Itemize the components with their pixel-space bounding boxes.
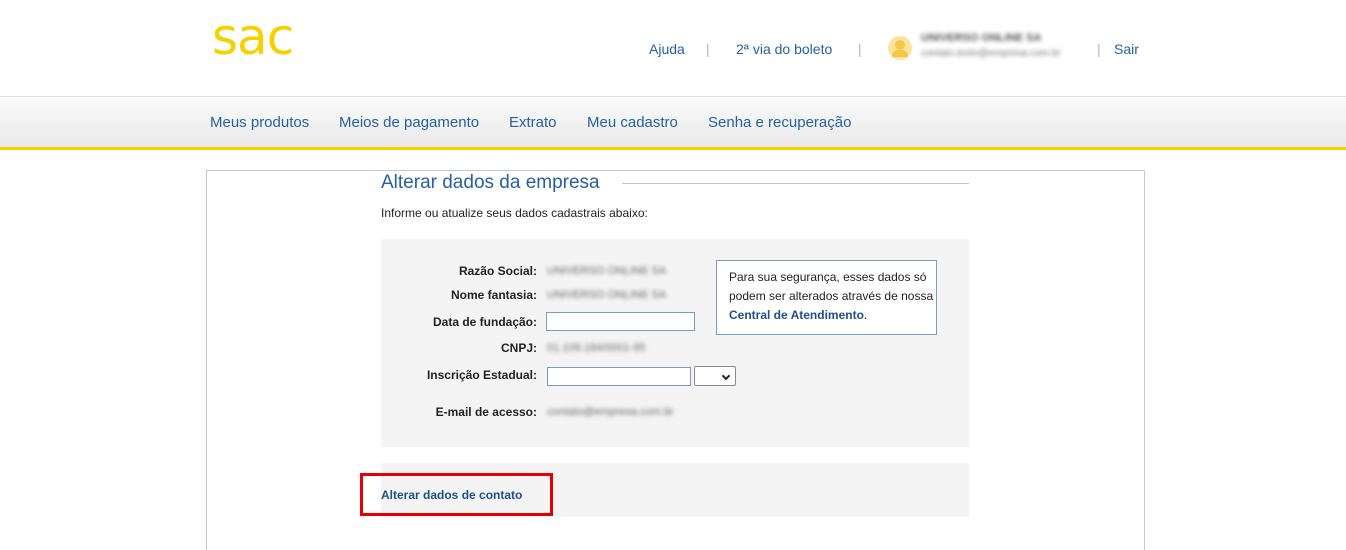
user-email: contato.teste@empresa.com.br: [921, 48, 1061, 59]
nav-meu-cadastro[interactable]: Meu cadastro: [587, 114, 678, 131]
separator: |: [858, 41, 862, 57]
cnpj-value: 01.109.184/0001-95: [547, 342, 646, 354]
data-fundacao-label: Data de fundação:: [432, 315, 537, 329]
page-subtitle: Informe ou atualize seus dados cadastrai…: [381, 206, 648, 220]
alterar-dados-contato-link[interactable]: Alterar dados de contato: [381, 488, 522, 502]
central-atendimento-link[interactable]: Central de Atendimento: [729, 308, 864, 322]
razao-social-value: UNIVERSO ONLINE SA: [547, 265, 667, 277]
inscricao-estadual-input[interactable]: [547, 367, 691, 386]
nome-fantasia-value: UNIVERSO ONLINE SA: [547, 289, 667, 301]
separator: |: [706, 41, 710, 57]
logout-link[interactable]: Sair: [1114, 41, 1139, 57]
security-info-suffix: .: [863, 308, 868, 322]
email-acesso-value: contato@empresa.com.br: [547, 406, 674, 418]
chevron-down-icon: [721, 371, 731, 381]
nav-senha-e-recuperacao[interactable]: Senha e recuperação: [708, 114, 851, 131]
sac-logo[interactable]: sac: [212, 12, 294, 62]
security-info-box: Para sua segurança, esses dados só podem…: [716, 260, 937, 335]
inscricao-estadual-label: Inscrição Estadual:: [426, 368, 537, 382]
nav-meios-de-pagamento[interactable]: Meios de pagamento: [339, 114, 479, 131]
user-name: UNIVERSO ONLINE SA: [921, 32, 1042, 44]
email-acesso-label: E-mail de acesso:: [435, 405, 537, 419]
header: sac Ajuda | 2ª via do boleto | UNIVERSO …: [0, 0, 1346, 96]
inscricao-estadual-select[interactable]: [694, 366, 736, 386]
nav-meus-produtos[interactable]: Meus produtos: [210, 114, 309, 131]
data-fundacao-input[interactable]: [546, 312, 695, 331]
nome-fantasia-label: Nome fantasia:: [450, 288, 537, 302]
user-avatar-icon: [888, 36, 912, 60]
title-divider: [622, 183, 969, 184]
main-nav: Meus produtos Meios de pagamento Extrato…: [0, 96, 1346, 150]
nav-extrato[interactable]: Extrato: [509, 114, 557, 131]
help-link[interactable]: Ajuda: [649, 41, 685, 57]
second-copy-boleto-link[interactable]: 2ª via do boleto: [736, 41, 832, 57]
separator: |: [1097, 41, 1101, 57]
page-title: Alterar dados da empresa: [381, 172, 600, 193]
security-info-text: Para sua segurança, esses dados só podem…: [729, 270, 934, 303]
cnpj-label: CNPJ:: [500, 341, 537, 355]
razao-social-label: Razão Social:: [458, 264, 537, 278]
